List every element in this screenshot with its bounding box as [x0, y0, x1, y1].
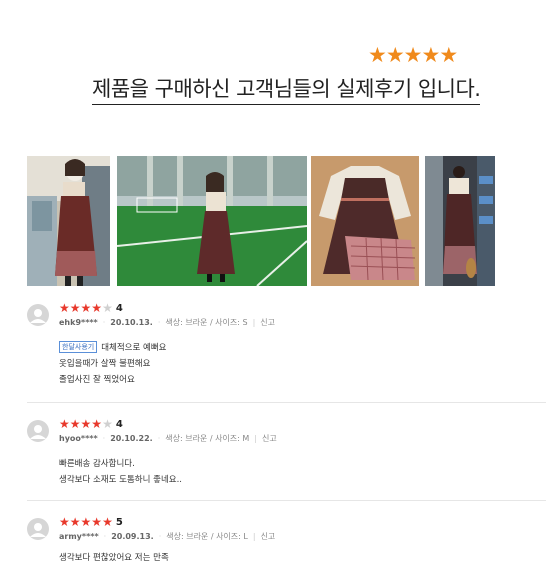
- separator: ·: [103, 532, 107, 541]
- user-avatar-icon: [27, 304, 49, 326]
- star-icon: ★: [403, 43, 423, 67]
- star-filled-icon: ★: [59, 515, 70, 529]
- separator: ·: [158, 532, 162, 541]
- separator: ·: [157, 318, 161, 327]
- rating-score: 5: [115, 516, 123, 528]
- review-line: 옷입을때가 살짝 불편해요: [59, 359, 151, 369]
- star-icon: ★: [368, 43, 387, 67]
- separator: |: [252, 318, 256, 327]
- star-filled-icon: ★: [59, 417, 70, 431]
- review-line: 대체적으로 예뻐요: [101, 343, 167, 353]
- separator: ·: [102, 434, 106, 443]
- hero-rating-stars: ★ ★ ★ ★ ★: [368, 43, 458, 67]
- star-filled-icon: ★: [80, 417, 92, 431]
- star-empty-icon: ★: [102, 301, 113, 315]
- review-meta: ehk9**** · 20.10.13. · 색상: 브라운 / 사이즈: S …: [59, 317, 275, 328]
- separator: ·: [157, 434, 161, 443]
- rating-score: 4: [115, 302, 123, 314]
- star-filled-icon: ★: [69, 301, 81, 315]
- user-id: hyoo****: [59, 434, 98, 443]
- review-divider: [27, 500, 546, 501]
- review-body: 한달사용기 대체적으로 예뻐요 옷입을때가 살짝 불편해요 졸업사진 잘 찍었어요: [59, 340, 166, 388]
- report-link[interactable]: 신고: [260, 317, 275, 328]
- review-date: 20.09.13.: [111, 532, 154, 541]
- review-date: 20.10.13.: [110, 318, 153, 327]
- review-meta: hyoo**** · 20.10.22. · 색상: 브라운 / 사이즈: M …: [59, 433, 277, 444]
- report-link[interactable]: 신고: [261, 531, 276, 542]
- star-icon: ★: [439, 43, 458, 67]
- star-filled-icon: ★: [59, 301, 70, 315]
- rating-stars: ★ ★ ★ ★ ★ 4: [59, 302, 123, 314]
- page-title: 제품을 구매하신 고객님들의 실제후기 입니다.: [92, 73, 481, 105]
- review-line: 빠른배송 감사합니다.: [59, 459, 135, 469]
- review-date: 20.10.22.: [110, 434, 153, 443]
- star-filled-icon: ★: [91, 301, 103, 315]
- review-body: 빠른배송 감사합니다. 생각보다 소재도 도톰하니 좋네요..: [59, 456, 182, 488]
- user-avatar-icon: [27, 518, 49, 540]
- report-link[interactable]: 신고: [262, 433, 277, 444]
- star-filled-icon: ★: [80, 301, 92, 315]
- review-item: ★ ★ ★ ★ ★ 4 ehk9**** · 20.10.13. · 색상: 브…: [27, 302, 546, 394]
- rating-stars: ★ ★ ★ ★ ★ 5: [59, 516, 123, 528]
- product-option: 색상: 브라운 / 사이즈: L: [166, 532, 248, 541]
- star-filled-icon: ★: [69, 417, 81, 431]
- review-body: 생각보다 편찮았어요 저는 만족: [59, 550, 169, 566]
- product-option: 색상: 브라운 / 사이즈: S: [165, 318, 248, 327]
- separator: |: [252, 532, 256, 541]
- star-filled-icon: ★: [91, 515, 103, 529]
- review-line: 졸업사진 잘 찍었어요: [59, 375, 135, 385]
- user-id: army****: [59, 532, 99, 541]
- review-meta: army**** · 20.09.13. · 색상: 브라운 / 사이즈: L …: [59, 531, 275, 542]
- rating-score: 4: [115, 418, 123, 430]
- review-photo-4[interactable]: [425, 156, 495, 286]
- review-divider: [27, 402, 546, 403]
- review-item: ★ ★ ★ ★ ★ 4 hyoo**** · 20.10.22. · 색상: 브…: [27, 418, 546, 490]
- review-photo-2[interactable]: [117, 156, 307, 286]
- user-id: ehk9****: [59, 318, 98, 327]
- star-filled-icon: ★: [91, 417, 103, 431]
- month-use-badge: 한달사용기: [59, 341, 98, 353]
- review-line: 생각보다 편찮았어요 저는 만족: [59, 553, 169, 563]
- separator: ·: [102, 318, 106, 327]
- product-option: 색상: 브라운 / 사이즈: M: [165, 434, 250, 443]
- star-filled-icon: ★: [69, 515, 81, 529]
- review-photo-3[interactable]: [311, 156, 419, 286]
- review-line: 생각보다 소재도 도톰하니 좋네요..: [59, 475, 182, 485]
- user-avatar-icon: [27, 420, 49, 442]
- star-icon: ★: [421, 43, 440, 67]
- star-empty-icon: ★: [102, 417, 113, 431]
- review-photo-1[interactable]: [27, 156, 110, 286]
- rating-stars: ★ ★ ★ ★ ★ 4: [59, 418, 123, 430]
- star-icon: ★: [385, 43, 405, 67]
- star-filled-icon: ★: [80, 515, 92, 529]
- separator: |: [254, 434, 257, 443]
- star-filled-icon: ★: [102, 515, 113, 529]
- review-item: ★ ★ ★ ★ ★ 5 army**** · 20.09.13. · 색상: 브…: [27, 516, 546, 574]
